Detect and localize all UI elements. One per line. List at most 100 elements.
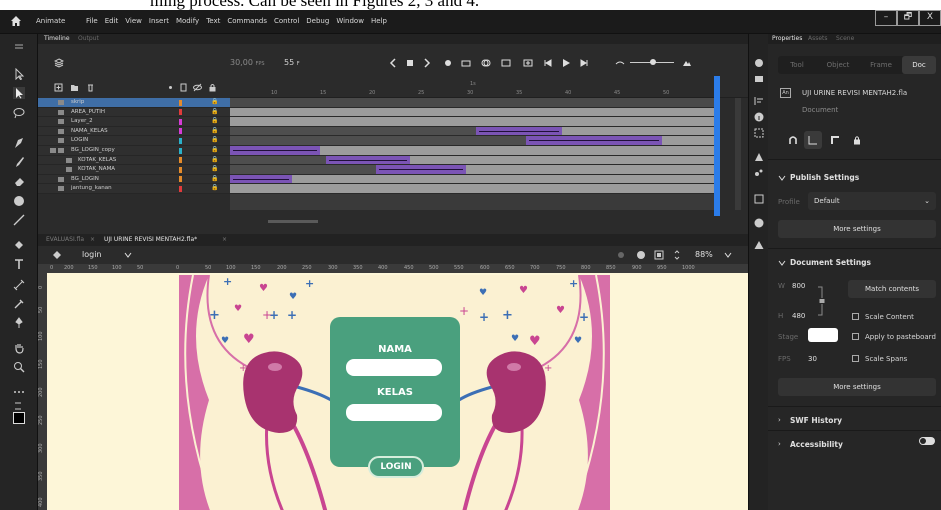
- restore-button[interactable]: 🗗: [897, 10, 919, 26]
- menu-commands[interactable]: Commands: [227, 17, 267, 25]
- visibility-icon[interactable]: [193, 83, 202, 92]
- menu-insert[interactable]: Insert: [149, 17, 169, 25]
- transform-icon[interactable]: [754, 128, 764, 138]
- height-value[interactable]: 480: [792, 312, 805, 320]
- frame-span[interactable]: [230, 98, 716, 107]
- outline-icon[interactable]: [179, 83, 188, 92]
- step-forward-icon[interactable]: [422, 58, 432, 68]
- layers-icon[interactable]: [54, 58, 64, 68]
- layer-color-swatch[interactable]: [179, 147, 182, 154]
- loop-icon[interactable]: [461, 58, 471, 68]
- new-layer-icon[interactable]: [54, 83, 63, 92]
- frame-span[interactable]: [230, 136, 526, 145]
- profile-select[interactable]: Default ⌄: [808, 192, 936, 210]
- layer-row-login[interactable]: LOGIN 🔒: [38, 136, 230, 146]
- menu-view[interactable]: View: [125, 17, 142, 25]
- minimize-button[interactable]: –: [875, 10, 897, 26]
- pen-tool-icon[interactable]: [13, 137, 25, 149]
- panel-collapse-icon[interactable]: [13, 42, 25, 54]
- paint-bucket-icon[interactable]: [13, 239, 25, 251]
- scale-spans-checkbox[interactable]: [852, 355, 859, 362]
- info-icon[interactable]: [754, 112, 764, 122]
- tab-uji-urine[interactable]: UJI URINE REVISI MENTAH2.fla*: [104, 236, 197, 243]
- rotate-stage-icon[interactable]: [672, 250, 682, 260]
- lock-icon[interactable]: 🔒: [211, 98, 218, 105]
- lock-icon[interactable]: 🔒: [211, 156, 218, 163]
- motion-tween[interactable]: [476, 126, 562, 136]
- timeline-zoom-knob[interactable]: [650, 59, 656, 65]
- center-stage-icon[interactable]: [636, 250, 646, 260]
- tab-timeline[interactable]: Timeline: [44, 35, 70, 42]
- motion-tween[interactable]: [326, 155, 410, 165]
- layer-color-swatch[interactable]: [179, 109, 182, 116]
- onion-skin-icon[interactable]: [481, 58, 491, 68]
- subselection-tool-icon[interactable]: [13, 87, 25, 99]
- align-icon[interactable]: [754, 96, 764, 106]
- layer-color-swatch[interactable]: [179, 118, 182, 125]
- frame-span[interactable]: [230, 155, 326, 165]
- line-tool-icon[interactable]: [13, 214, 25, 226]
- tab-tool[interactable]: Tool: [778, 56, 816, 74]
- eyedropper-icon[interactable]: [13, 298, 25, 310]
- bone-tool-icon[interactable]: [13, 279, 25, 291]
- lasso-tool-icon[interactable]: [13, 107, 25, 119]
- play-icon[interactable]: [561, 58, 571, 68]
- layer-row-jantung-kanan[interactable]: jantung_kanan 🔒: [38, 184, 230, 194]
- tab-frame[interactable]: Frame: [860, 56, 902, 74]
- step-back-icon[interactable]: [388, 58, 398, 68]
- accessibility-toggle[interactable]: [919, 437, 935, 445]
- nama-input[interactable]: [346, 359, 442, 376]
- insert-keyframe-icon[interactable]: [523, 58, 533, 68]
- edges-icon[interactable]: [830, 135, 840, 145]
- layer-color-swatch[interactable]: [179, 137, 182, 144]
- new-folder-icon[interactable]: [70, 83, 79, 92]
- menu-edit[interactable]: Edit: [105, 17, 119, 25]
- scene-icon[interactable]: [52, 250, 62, 260]
- more-settings-button[interactable]: More settings: [778, 220, 936, 238]
- layer-row-area-putih[interactable]: AREA_PUTIH 🔒: [38, 107, 230, 118]
- home-icon[interactable]: [10, 15, 22, 27]
- compass-icon[interactable]: [754, 218, 764, 228]
- frame-picker-icon[interactable]: [754, 194, 764, 204]
- accessibility-header[interactable]: Accessibility: [790, 440, 843, 449]
- components-icon[interactable]: [754, 152, 764, 162]
- menu-file[interactable]: File: [86, 17, 98, 25]
- frame-span[interactable]: [410, 155, 716, 165]
- frame-span[interactable]: [662, 136, 716, 145]
- frame-span[interactable]: [562, 126, 716, 136]
- frame-span[interactable]: [230, 126, 476, 136]
- layer-color-swatch[interactable]: [179, 99, 182, 106]
- timeline-horizontal-scrollbar[interactable]: [268, 220, 318, 223]
- layer-color-swatch[interactable]: [179, 185, 182, 192]
- layer-row-layer-2[interactable]: Layer_2 🔒: [38, 117, 230, 127]
- center-frame-icon[interactable]: [443, 58, 453, 68]
- zoom-dropdown-icon[interactable]: [724, 251, 732, 259]
- lock-all-icon[interactable]: [208, 83, 217, 92]
- hand-tool-icon[interactable]: [13, 342, 25, 354]
- scene-name[interactable]: login: [82, 250, 102, 259]
- frame-ruler[interactable]: 10 15 20 25 30 35 40 45 50 1s: [230, 78, 748, 98]
- zoom-level[interactable]: 88%: [695, 250, 713, 259]
- tab-doc[interactable]: Doc: [902, 56, 936, 74]
- next-keyframe-icon[interactable]: [579, 58, 589, 68]
- layer-row-skrip[interactable]: skrip 🔒: [38, 98, 230, 108]
- scale-content-checkbox[interactable]: [852, 313, 859, 320]
- lock-icon[interactable]: 🔒: [211, 175, 218, 182]
- zoom-mountain-icon[interactable]: [682, 58, 692, 68]
- edit-multiple-frames-icon[interactable]: [501, 58, 511, 68]
- magnet-icon[interactable]: [788, 135, 798, 145]
- menu-control[interactable]: Control: [274, 17, 299, 25]
- frame-span[interactable]: [320, 146, 716, 155]
- frame-span[interactable]: [230, 117, 716, 126]
- lock-icon[interactable]: 🔒: [211, 117, 218, 124]
- clip-content-icon[interactable]: [654, 250, 664, 260]
- tab-output[interactable]: Output: [78, 35, 99, 42]
- tab-close-icon[interactable]: ×: [90, 236, 95, 243]
- lock-icon[interactable]: 🔒: [211, 127, 218, 134]
- layer-row-nama-kelas[interactable]: NAMA_KELAS 🔒: [38, 126, 230, 137]
- oval-tool-icon[interactable]: [13, 195, 25, 207]
- frame-span[interactable]: [230, 184, 716, 193]
- tab-assets[interactable]: Assets: [808, 35, 828, 42]
- fill-color-swatch[interactable]: [13, 412, 25, 424]
- selection-tool-icon[interactable]: [13, 68, 25, 80]
